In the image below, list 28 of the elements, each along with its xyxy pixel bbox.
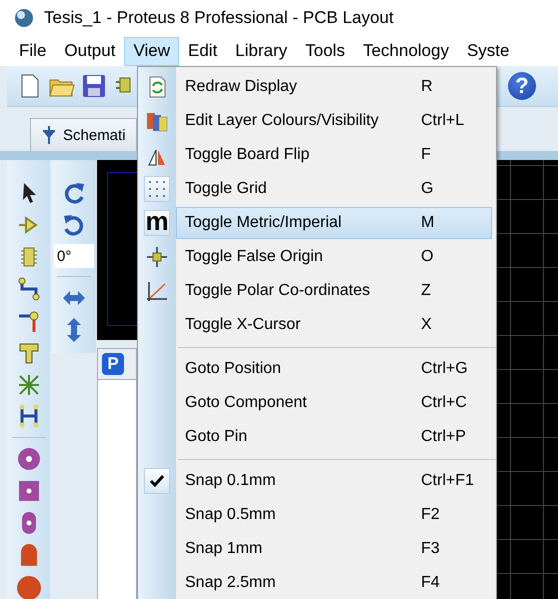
menu-item[interactable]: Toggle Board Flip F xyxy=(138,138,496,172)
menu-item[interactable]: Goto Position Ctrl+G xyxy=(138,352,496,386)
menu-bar-item[interactable]: Library xyxy=(226,36,296,66)
menu-bar-item[interactable]: Edit xyxy=(179,36,226,66)
menu-bar-item[interactable]: Tools xyxy=(296,36,354,66)
menu-item[interactable]: Goto Pin Ctrl+P xyxy=(138,420,496,454)
menu-item[interactable]: Snap 1mm F3 xyxy=(138,532,496,566)
menu-item[interactable]: Goto Component Ctrl+C xyxy=(138,386,496,420)
menu-item[interactable]: Snap 0.1mm Ctrl+F1 xyxy=(138,464,496,498)
window-title: Tesis_1 - Proteus 8 Professional - PCB Layout xyxy=(44,8,394,28)
menu-bar-item[interactable]: Syste xyxy=(458,36,518,66)
menu-bar-item[interactable]: Technology xyxy=(354,36,458,66)
schematic-tab[interactable]: Schemati xyxy=(30,118,137,151)
menu-item[interactable]: Snap 0.5mm F2 xyxy=(138,498,496,532)
menu-item[interactable]: Redraw Display R xyxy=(138,70,496,104)
menu-bar-item[interactable]: File xyxy=(10,36,56,66)
menu-item[interactable]: Toggle Grid G xyxy=(138,172,496,206)
menu-bar-item[interactable]: Output xyxy=(55,36,124,66)
help-button[interactable]: ? xyxy=(508,72,536,100)
menu-item[interactable]: Edit Layer Colours/Visibility Ctrl+L xyxy=(138,104,496,138)
metric-icon: m xyxy=(145,208,169,234)
rotation-field[interactable]: 0° xyxy=(54,244,94,268)
menu-item[interactable]: Toggle X-Cursor X xyxy=(138,308,496,342)
menu-item[interactable]: Toggle Polar Co-ordinates Z xyxy=(138,274,496,308)
menu-bar-item[interactable]: View xyxy=(124,36,179,66)
menu-item[interactable]: Toggle False Origin O xyxy=(138,240,496,274)
parts-button[interactable]: P xyxy=(102,353,124,375)
menu-item[interactable]: Snap 2.5mm F4 xyxy=(138,566,496,599)
